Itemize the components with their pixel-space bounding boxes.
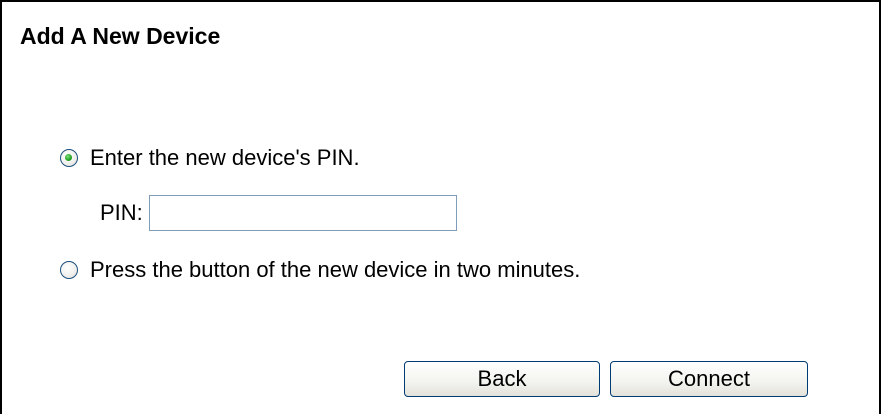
pin-method-radio[interactable] [60, 149, 78, 167]
pin-input[interactable] [148, 195, 457, 231]
pin-method-label: Enter the new device's PIN. [90, 145, 360, 170]
push-button-label: Press the button of the new device in tw… [90, 257, 581, 282]
page-title: Add A New Device [20, 23, 221, 49]
push-button-radio[interactable] [60, 261, 78, 279]
pin-label: PIN: [100, 200, 143, 225]
back-button[interactable]: Back [404, 361, 600, 397]
pin-entry-row: PIN: [100, 195, 457, 231]
push-button-option[interactable]: Press the button of the new device in tw… [60, 257, 580, 283]
pin-method-option[interactable]: Enter the new device's PIN. [60, 145, 360, 171]
connect-button[interactable]: Connect [610, 361, 808, 397]
dialog-frame: Add A New Device Enter the new device's … [0, 0, 881, 414]
